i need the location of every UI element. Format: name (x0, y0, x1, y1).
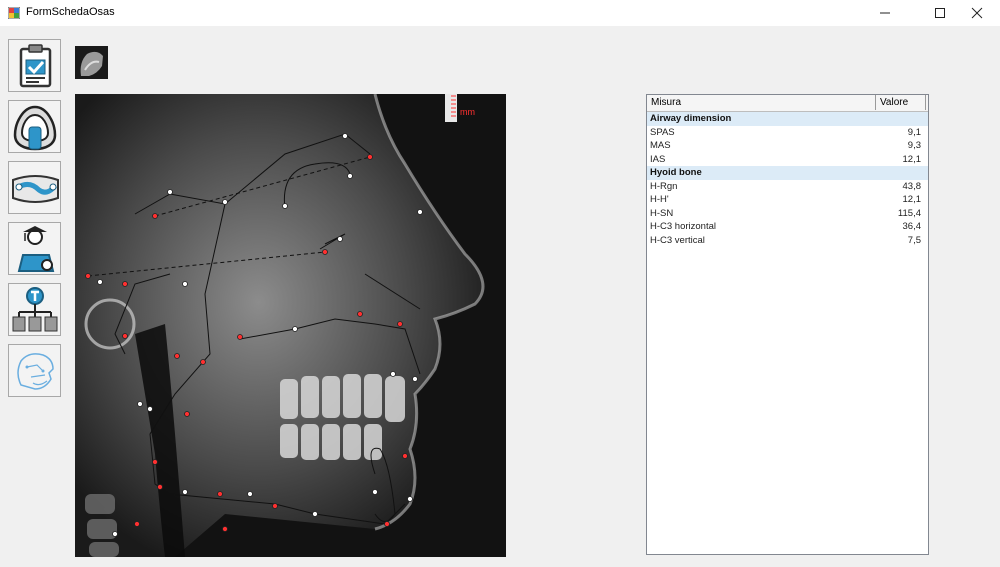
minimize-button[interactable] (862, 0, 908, 26)
airway-mask-button[interactable] (8, 100, 61, 153)
cephalometric-xray-view[interactable]: mm (75, 94, 506, 557)
hierarchy-t-icon (12, 287, 58, 332)
measure-value: 43,8 (902, 180, 922, 192)
table-row[interactable]: IAS 12,1 (647, 153, 928, 167)
measurements-grid[interactable]: Misura Valore Airway dimension SPAS 9,1 … (646, 94, 929, 555)
window-title: FormSchedaOsas (26, 6, 115, 18)
grid-header: Misura Valore (647, 95, 928, 112)
measure-value: 12,1 (902, 153, 922, 165)
measure-value: 7,5 (907, 234, 921, 246)
measure-label: MAS (650, 140, 671, 151)
measure-label: H-SN (650, 207, 674, 219)
clipboard-check-icon (19, 44, 52, 88)
measure-value: 115,4 (897, 207, 921, 219)
doctor-patient-button[interactable] (8, 222, 61, 275)
section-title: Hyoid bone (650, 167, 702, 178)
airway-mask-icon (13, 105, 57, 151)
measure-label: H-C3 vertical (650, 234, 705, 246)
airway-tube-button[interactable] (8, 161, 61, 214)
app-icon (8, 7, 20, 19)
title-bar: FormSchedaOsas (0, 0, 1000, 26)
table-row[interactable]: SPAS 9,1 (647, 126, 928, 140)
clipboard-button[interactable] (8, 39, 61, 92)
measure-value: 9,3 (907, 140, 921, 151)
close-icon (971, 7, 983, 19)
minimize-icon (880, 12, 890, 14)
measure-label: H-H' (650, 194, 669, 205)
measure-label: IAS (650, 153, 666, 165)
ruler-unit-label: mm (460, 107, 475, 117)
measure-label: SPAS (650, 126, 675, 138)
table-row[interactable]: H-H' 12,1 (647, 193, 928, 207)
column-header-valore[interactable]: Valore (876, 95, 926, 110)
table-row[interactable]: MAS 9,3 (647, 139, 928, 153)
grid-rows: Airway dimension SPAS 9,1 MAS 9,3 IAS 12… (647, 112, 928, 247)
table-row[interactable]: H-C3 horizontal 36,4 (647, 220, 928, 234)
table-row[interactable]: H-SN 115,4 (647, 207, 928, 221)
section-title: Airway dimension (650, 113, 732, 124)
measure-label: H-Rgn (650, 180, 678, 192)
section-row-airway[interactable]: Airway dimension (647, 112, 928, 126)
measure-value: 12,1 (902, 194, 922, 205)
hierarchy-button[interactable] (8, 283, 61, 336)
section-row-hyoid[interactable]: Hyoid bone (647, 166, 928, 180)
table-row[interactable]: H-C3 vertical 7,5 (647, 234, 928, 248)
skull-tracing-button[interactable] (8, 344, 61, 397)
measure-value: 36,4 (902, 221, 922, 232)
xray-thumbnail[interactable] (75, 46, 108, 79)
close-button[interactable] (954, 0, 1000, 26)
doctor-patient-icon (17, 226, 55, 272)
column-header-misura[interactable]: Misura (647, 95, 876, 110)
measure-value: 9,1 (907, 126, 921, 138)
measure-label: H-C3 horizontal (650, 221, 716, 232)
airway-tube-icon (12, 175, 59, 203)
maximize-icon (935, 8, 945, 18)
table-row[interactable]: H-Rgn 43,8 (647, 180, 928, 194)
skull-tracing-icon (17, 353, 54, 390)
